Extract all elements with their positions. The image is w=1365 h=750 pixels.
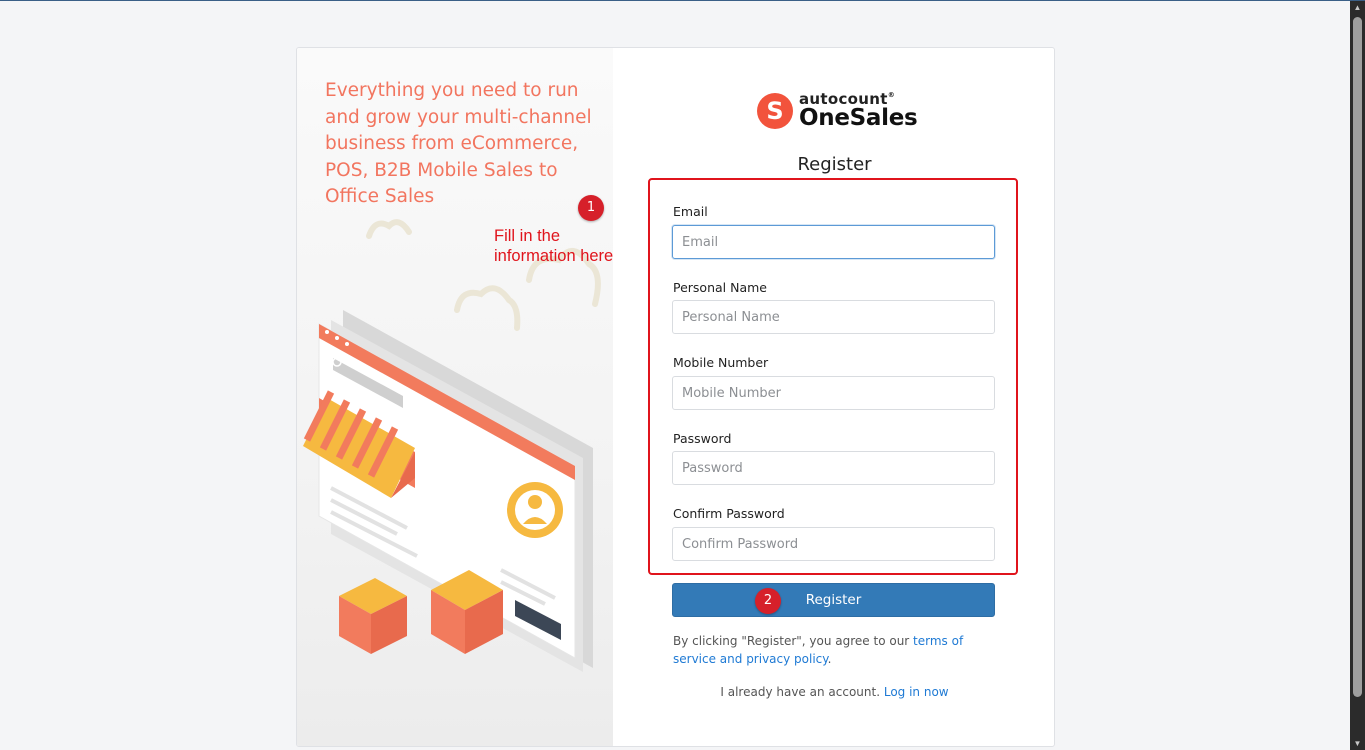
- step-1-note-line1: Fill in the: [494, 227, 561, 245]
- scroll-down-icon[interactable]: ▼: [1350, 737, 1365, 750]
- onesales-logo-icon: S: [757, 93, 793, 129]
- online-store-illustration: [303, 219, 601, 672]
- register-form-panel: S autocount® OneSales Register Email Per…: [613, 48, 1054, 746]
- mobile-number-label: Mobile Number: [673, 355, 769, 370]
- mobile-number-input[interactable]: [672, 376, 995, 410]
- login-link[interactable]: Log in now: [884, 685, 949, 699]
- email-input[interactable]: [672, 225, 995, 259]
- logo-wordmark: autocount® OneSales: [799, 91, 918, 131]
- scrollbar-thumb[interactable]: [1353, 17, 1362, 697]
- password-input[interactable]: [672, 451, 995, 485]
- terms-prefix: By clicking "Register", you agree to our: [673, 634, 914, 648]
- register-button[interactable]: Register: [672, 583, 995, 617]
- confirm-password-label: Confirm Password: [673, 506, 785, 521]
- step-1-note: Fill in the information here: [494, 226, 644, 266]
- email-label: Email: [673, 204, 708, 219]
- logo-onesales-text: OneSales: [799, 105, 918, 131]
- vertical-scrollbar[interactable]: ▲ ▼: [1350, 1, 1365, 750]
- login-prefix: I already have an account.: [720, 685, 884, 699]
- registered-mark: ®: [887, 91, 896, 99]
- personal-name-input[interactable]: [672, 300, 995, 334]
- step-2-badge: 2: [755, 588, 781, 614]
- step-1-badge: 1: [578, 195, 604, 221]
- password-label: Password: [673, 431, 732, 446]
- register-card: Everything you need to run and grow your…: [296, 47, 1055, 747]
- login-prompt: I already have an account. Log in now: [613, 685, 1054, 699]
- confirm-password-input[interactable]: [672, 527, 995, 561]
- terms-suffix: .: [827, 652, 832, 666]
- step-1-note-line2: information here: [494, 247, 614, 265]
- personal-name-label: Personal Name: [673, 280, 767, 295]
- promo-panel: Everything you need to run and grow your…: [297, 48, 613, 746]
- scroll-up-icon[interactable]: ▲: [1350, 1, 1365, 15]
- terms-notice: By clicking "Register", you agree to our…: [673, 632, 1003, 668]
- form-title: Register: [797, 154, 872, 175]
- autocount-onesales-logo: S autocount® OneSales: [757, 91, 918, 131]
